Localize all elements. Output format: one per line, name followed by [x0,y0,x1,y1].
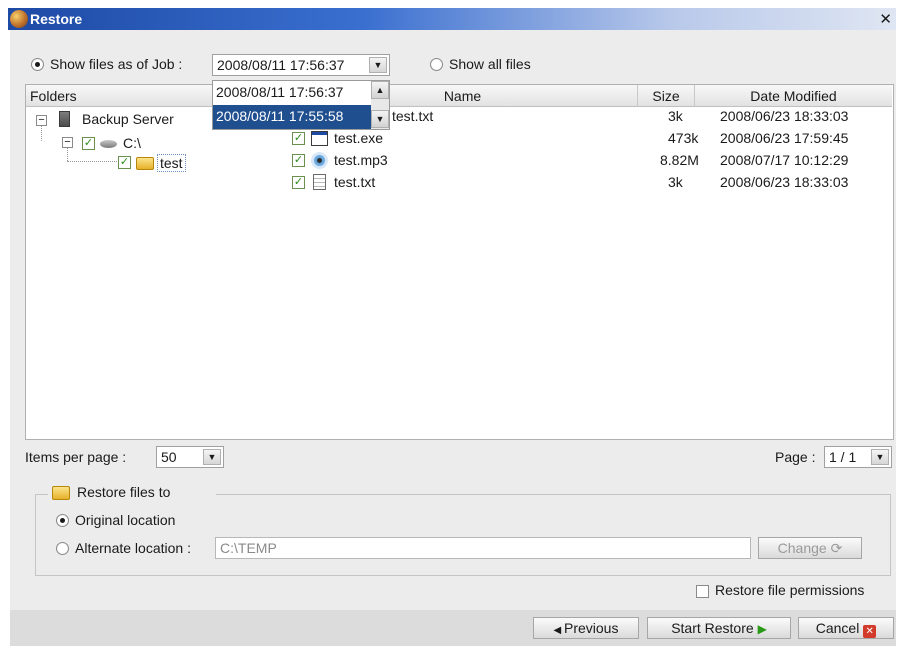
drive-icon [100,140,117,148]
folder-icon [136,157,154,170]
chevron-down-icon[interactable]: ▼ [203,449,221,465]
job-option[interactable]: 2008/08/11 17:56:37 [213,81,371,105]
file-date: 2008/06/23 18:33:03 [720,108,849,124]
restore-window: Restore ✕ Show files as of Job : 2008/08… [0,0,902,651]
restore-permissions-checkbox[interactable] [696,585,709,598]
change-button[interactable]: Change ⟳ [758,537,862,559]
file-size: 3k [668,108,683,124]
original-location-radio[interactable] [56,514,69,527]
title-bar: Restore ✕ [8,8,896,30]
refresh-icon: ⟳ [830,540,843,556]
chevron-down-icon[interactable]: ▼ [871,449,889,465]
file-date: 2008/07/17 10:12:29 [720,152,849,168]
file-name: test.exe [334,130,384,146]
column-size[interactable]: Size [638,85,695,107]
window-title: Restore [30,11,83,27]
alternate-location-field[interactable]: C:\TEMP [215,537,751,559]
items-per-page-value: 50 [161,449,177,465]
column-date-modified[interactable]: Date Modified [695,85,892,107]
show-all-files-radio[interactable] [430,58,443,71]
original-location-label: Original location [75,512,176,528]
scroll-up-icon[interactable]: ▲ [371,81,389,99]
file-size: 3k [668,174,683,190]
cancel-button[interactable]: Cancel ✕ [798,617,894,639]
file-row[interactable]: ✓ test.exe 473k 2008/06/23 17:59:45 [288,129,892,149]
file-name: test.txt [334,174,376,190]
job-select[interactable]: 2008/08/11 17:56:37 ▼ [212,54,390,76]
file-checkbox[interactable]: ✓ [292,154,305,167]
file-size: 473k [668,130,699,146]
job-dropdown-list: 2008/08/11 17:56:37 2008/08/11 17:55:58 … [212,80,390,130]
tree-item-drive[interactable]: C:\ [123,135,141,151]
start-restore-button[interactable]: Start Restore ▶ [647,617,791,639]
items-per-page-select[interactable]: 50 ▼ [156,446,224,468]
close-icon[interactable]: ✕ [879,10,892,28]
job-option-highlighted[interactable]: 2008/08/11 17:55:58 [213,105,371,129]
folder-checkbox[interactable]: ✓ [118,156,131,169]
scroll-down-icon[interactable]: ▼ [371,110,389,128]
tree-item-backup-server[interactable]: Backup Server [82,111,174,127]
open-folder-icon [52,486,70,500]
page-value: 1 / 1 [829,449,857,465]
drive-checkbox[interactable]: ✓ [82,137,95,150]
show-by-job-radio[interactable] [31,58,44,71]
play-icon: ▶ [757,622,767,636]
restore-destination-group [35,494,891,576]
file-size: 8.82M [660,152,699,168]
alternate-location-label: Alternate location : [75,540,191,556]
file-date: 2008/06/23 17:59:45 [720,130,849,146]
cancel-icon: ✕ [863,625,877,638]
file-name: test.mp3 [334,152,388,168]
alternate-location-radio[interactable] [56,542,69,555]
text-file-icon [313,174,326,190]
dropdown-scrollbar[interactable]: ▲ ▼ [371,81,389,129]
folder-tree: Folders − Backup Server − ✓ C:\ ✓ test [25,84,289,440]
previous-button[interactable]: ◀ Previous [533,617,639,639]
server-icon [59,111,70,127]
file-row[interactable]: ✓ test.mp3 8.82M 2008/07/17 10:12:29 [288,151,892,171]
tree-item-test[interactable]: test [157,154,186,172]
cancel-button-label: Cancel [815,620,860,636]
previous-button-label: Previous [564,620,619,636]
change-button-label: Change [777,540,827,556]
file-row[interactable]: ✓ test.txt 3k 2008/06/23 18:33:03 [288,173,892,193]
chevron-left-icon: ◀ [553,625,564,636]
file-checkbox[interactable]: ✓ [292,132,305,145]
items-per-page-label: Items per page : [25,449,127,465]
file-checkbox[interactable]: ✓ [292,176,305,189]
media-file-icon [311,152,328,169]
page-select[interactable]: 1 / 1 ▼ [824,446,892,468]
file-date: 2008/06/23 18:33:03 [720,174,849,190]
file-list: Name Size Date Modified ✓ test.txt 3k 20… [288,84,894,440]
show-all-files-label: Show all files [449,56,531,72]
restore-permissions-label: Restore file permissions [715,582,865,598]
app-logo-icon [10,10,28,28]
job-select-value: 2008/08/11 17:56:37 [217,57,345,73]
show-by-job-label: Show files as of Job : [50,56,183,72]
start-restore-button-label: Start Restore [671,620,754,636]
page-label: Page : [775,449,816,465]
file-name: test.txt [392,108,434,124]
executable-icon [311,131,328,146]
collapse-icon[interactable]: − [62,137,73,148]
restore-files-to-title: Restore files to [77,484,171,500]
collapse-icon[interactable]: − [36,115,47,126]
chevron-down-icon[interactable]: ▼ [369,57,387,73]
